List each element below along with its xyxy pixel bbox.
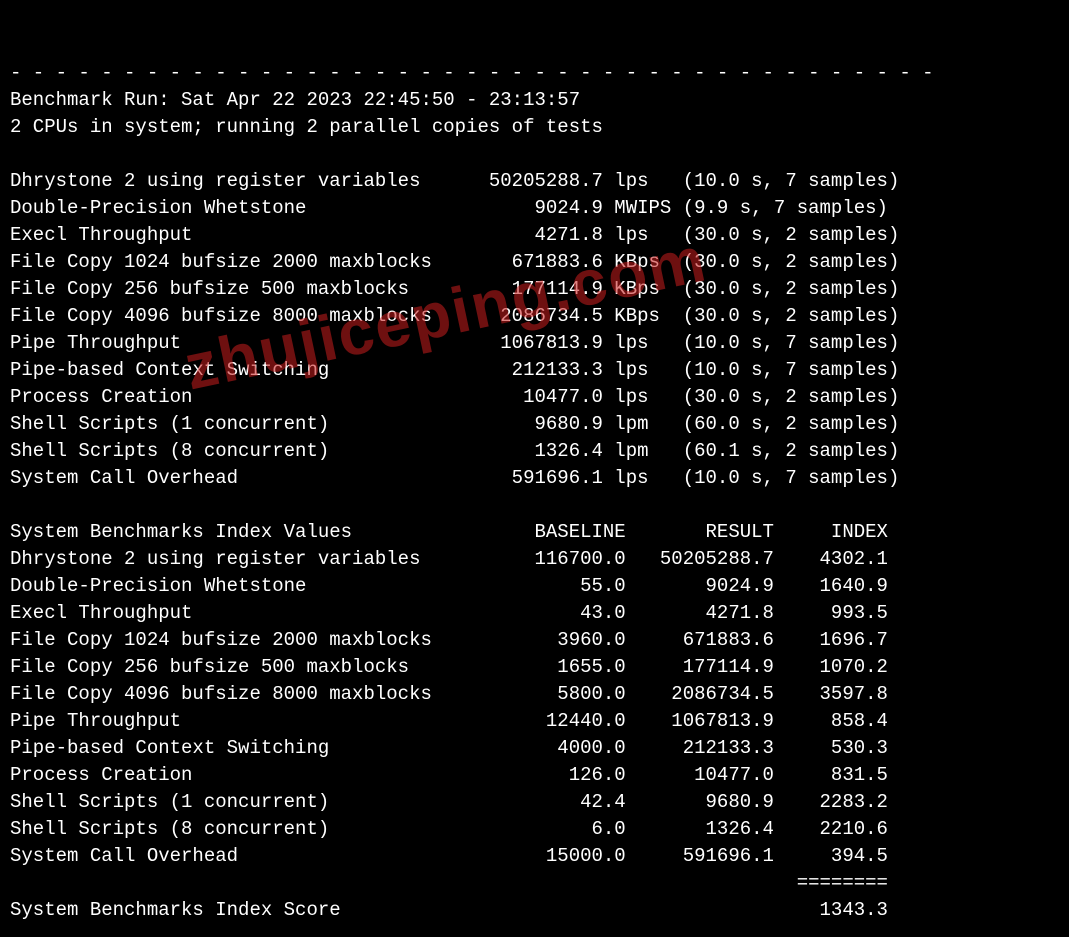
separator-line: - - - - - - - - - - - - - - - - - - - - … bbox=[10, 62, 934, 84]
cpu-info-line: 2 CPUs in system; running 2 parallel cop… bbox=[10, 116, 603, 138]
terminal-output: zhujiceping.com - - - - - - - - - - - - … bbox=[0, 0, 1069, 934]
benchmark-results-block: Dhrystone 2 using register variables 502… bbox=[10, 170, 899, 489]
benchmark-run-line: Benchmark Run: Sat Apr 22 2023 22:45:50 … bbox=[10, 89, 580, 111]
benchmark-index-block: System Benchmarks Index Values BASELINE … bbox=[10, 521, 888, 921]
